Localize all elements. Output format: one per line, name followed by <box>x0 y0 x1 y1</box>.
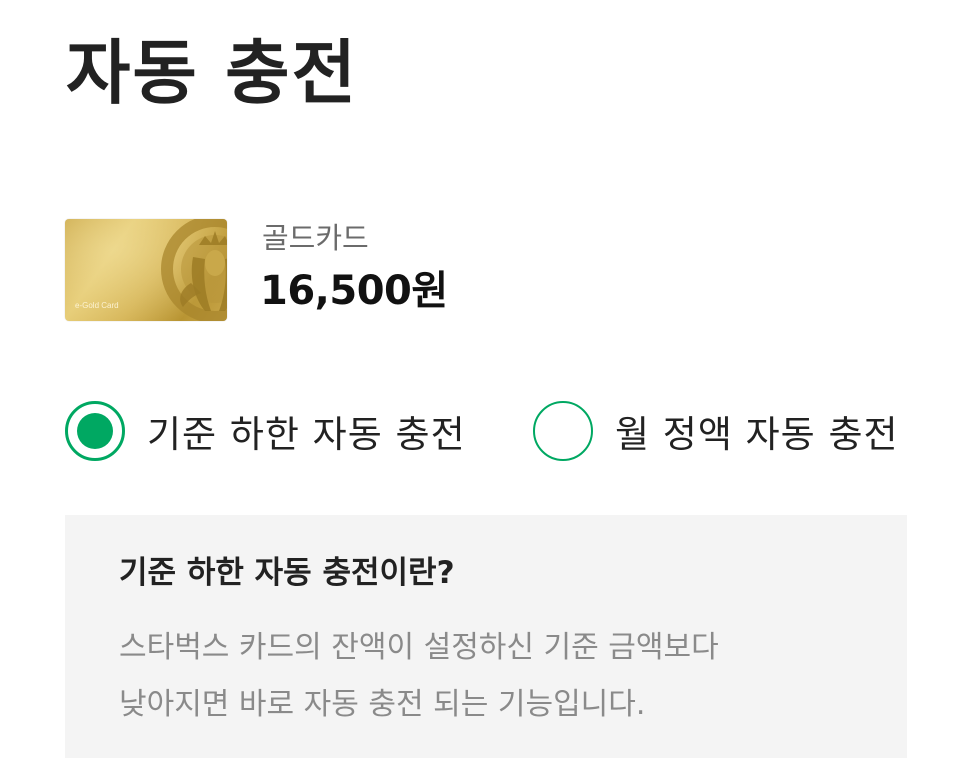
option-monthly-auto-charge[interactable]: 월 정액 자동 충전 <box>533 401 899 461</box>
info-box: 기준 하한 자동 충전이란? 스타벅스 카드의 잔액이 설정하신 기준 금액보다… <box>65 515 907 758</box>
option-threshold-auto-charge[interactable]: 기준 하한 자동 충전 <box>65 401 466 461</box>
radio-checked-icon[interactable] <box>65 401 125 461</box>
option-label: 월 정액 자동 충전 <box>615 413 899 456</box>
option-label: 기준 하한 자동 충전 <box>147 413 466 456</box>
info-line: 스타벅스 카드의 잔액이 설정하신 기준 금액보다 <box>119 630 719 665</box>
info-description: 스타벅스 카드의 잔액이 설정하신 기준 금액보다낮아지면 바로 자동 충전 되… <box>119 619 879 733</box>
radio-unchecked-icon[interactable] <box>533 401 593 461</box>
auto-charge-page: 자동 충전 e-Gold Card 골드카드 16,500원 기준 하한 자동 … <box>0 0 971 774</box>
card-name: 골드카드 <box>262 221 369 255</box>
card-image-label: e-Gold Card <box>75 301 119 310</box>
page-title: 자동 충전 <box>66 32 358 114</box>
radio-dot <box>77 413 113 449</box>
card-image: e-Gold Card <box>65 219 227 321</box>
info-line: 낮아지면 바로 자동 충전 되는 기능입니다. <box>119 687 646 722</box>
info-title: 기준 하한 자동 충전이란? <box>119 555 455 591</box>
card-balance: 16,500원 <box>260 268 448 314</box>
